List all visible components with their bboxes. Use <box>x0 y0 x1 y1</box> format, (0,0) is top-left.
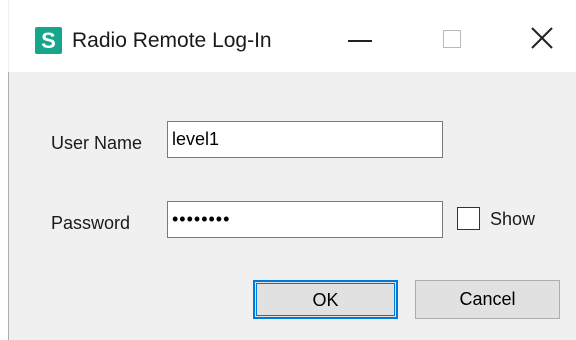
password-label: Password <box>51 213 131 233</box>
ok-button-label: OK <box>256 283 395 316</box>
close-button[interactable] <box>522 12 568 64</box>
title-bar[interactable]: S Radio Remote Log-In <box>9 0 576 72</box>
minimize-icon <box>348 40 372 42</box>
show-password-checkbox[interactable] <box>457 207 480 230</box>
ok-button[interactable]: OK <box>253 280 398 319</box>
maximize-button <box>431 12 477 64</box>
window-border <box>8 72 9 340</box>
close-icon <box>531 27 553 49</box>
password-field[interactable] <box>167 201 443 238</box>
cancel-button[interactable]: Cancel <box>415 280 560 319</box>
username-label: User Name <box>51 133 143 153</box>
show-password-label[interactable]: Show <box>490 207 535 231</box>
login-dialog: S Radio Remote Log-In User Name Password… <box>0 0 576 340</box>
background-edge <box>0 0 8 340</box>
window-title: Radio Remote Log-In <box>72 29 272 52</box>
username-field[interactable] <box>167 121 443 158</box>
minimize-button[interactable] <box>338 12 384 64</box>
maximize-icon <box>443 30 461 48</box>
app-logo-icon: S <box>35 27 62 54</box>
